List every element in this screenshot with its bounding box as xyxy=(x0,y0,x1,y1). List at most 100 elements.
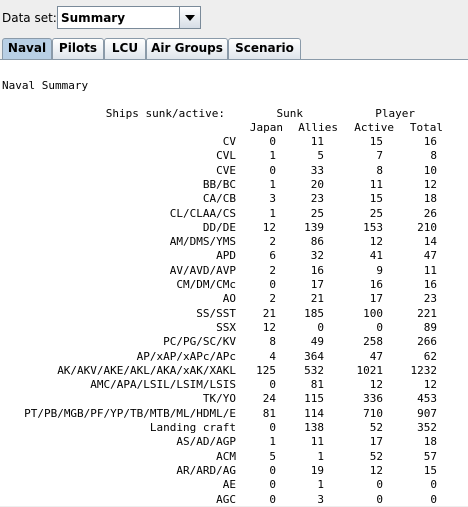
tab-air-groups[interactable]: Air Groups xyxy=(146,38,228,59)
table-row: SS/SST 21 185 100 221 xyxy=(0,307,468,321)
report-panel: Naval Summary Ships sunk/active: Sunk Pl… xyxy=(0,60,468,506)
col-header-total: Total xyxy=(409,121,443,134)
ship-type-cell: SSX xyxy=(216,320,236,334)
ship-type-cell: AV/AVD/AVP xyxy=(169,263,236,277)
ship-type-cell: APD xyxy=(216,249,236,263)
player-active-cell: 16 xyxy=(369,278,383,291)
player-active-cell: 41 xyxy=(369,249,383,263)
table-row: AP/xAP/xAPc/APc 4 364 47 62 xyxy=(0,350,468,364)
player-total-cell: 18 xyxy=(423,192,437,206)
table-row: AM/DMS/YMS 2 86 12 14 xyxy=(0,235,468,249)
allies-sunk-cell: 17 xyxy=(310,278,324,291)
player-active-cell: 710 xyxy=(363,406,383,420)
table-row: ACM 5 1 52 57 xyxy=(0,450,468,464)
player-total-cell: 23 xyxy=(423,292,437,306)
tab-naval[interactable]: Naval xyxy=(2,38,52,60)
player-active-cell: 12 xyxy=(369,378,383,392)
dataset-label: Data set: xyxy=(2,11,57,25)
player-active-cell: 336 xyxy=(363,392,383,406)
japan-sunk-cell: 2 xyxy=(269,235,276,249)
player-active-cell: 7 xyxy=(376,149,383,163)
player-active-cell: 258 xyxy=(363,335,383,349)
allies-sunk-cell: 0 xyxy=(317,320,324,334)
player-total-cell: 18 xyxy=(423,435,437,449)
player-total-cell: 12 xyxy=(423,177,437,191)
table-row: AV/AVD/AVP 2 16 9 11 xyxy=(0,264,468,278)
dataset-select[interactable]: Summary xyxy=(57,6,201,29)
allies-sunk-cell: 532 xyxy=(304,363,324,377)
player-total-cell: 0 xyxy=(430,478,437,492)
allies-sunk-cell: 11 xyxy=(310,435,324,449)
table-row: CM/DM/CMc 0 17 16 16 xyxy=(0,278,468,292)
ship-type-cell: AO xyxy=(222,292,236,306)
chevron-down-icon xyxy=(185,15,195,21)
japan-sunk-cell: 1 xyxy=(269,435,276,449)
table-row: AK/AKV/AKE/AKL/AKA/xAK/XAKL 125 532 1021 123… xyxy=(0,364,468,378)
ship-type-cell: CVE xyxy=(216,163,236,177)
allies-sunk-cell: 139 xyxy=(304,220,324,234)
allies-sunk-cell: 86 xyxy=(310,235,324,249)
japan-sunk-cell: 0 xyxy=(269,421,276,434)
dataset-selected-value: Summary xyxy=(61,11,126,25)
report-title: Naval Summary xyxy=(2,79,89,92)
ship-type-cell: AM/DMS/YMS xyxy=(169,235,236,249)
tab-scenario[interactable]: Scenario xyxy=(228,38,301,59)
table-row: Landing craft 0 138 52 352 xyxy=(0,421,468,435)
ship-type-cell: TK/YO xyxy=(202,392,236,406)
table-row: AGC 0 3 0 0 xyxy=(0,493,468,507)
japan-sunk-cell: 0 xyxy=(269,278,276,291)
allies-sunk-cell: 185 xyxy=(304,306,324,320)
ship-type-cell: CL/CLAA/CS xyxy=(169,206,236,220)
table-row: AE 0 1 0 0 xyxy=(0,478,468,492)
player-total-cell: 11 xyxy=(423,263,437,277)
japan-sunk-cell: 0 xyxy=(269,492,276,506)
tab-lcu[interactable]: LCU xyxy=(104,38,146,59)
player-total-cell: 16 xyxy=(423,135,437,148)
japan-sunk-cell: 4 xyxy=(269,349,276,363)
player-active-cell: 52 xyxy=(369,421,383,434)
player-total-cell: 10 xyxy=(423,163,437,177)
table-row: AS/AD/AGP 1 11 17 18 xyxy=(0,435,468,449)
japan-sunk-cell: 0 xyxy=(269,135,276,148)
japan-sunk-cell: 8 xyxy=(269,335,276,349)
tab-pilots[interactable]: Pilots xyxy=(52,38,104,59)
table-row: SSX 12 0 0 89 xyxy=(0,321,468,335)
player-active-cell: 15 xyxy=(369,192,383,206)
japan-sunk-cell: 21 xyxy=(262,306,276,320)
header-sunk: Sunk xyxy=(276,107,304,120)
table-row: TK/YO 24 115 336 453 xyxy=(0,392,468,406)
japan-sunk-cell: 5 xyxy=(269,449,276,463)
japan-sunk-cell: 6 xyxy=(269,249,276,263)
dataset-toolbar: Data set: Summary xyxy=(0,0,468,36)
player-total-cell: 16 xyxy=(423,278,437,291)
table-row: CA/CB 3 23 15 18 xyxy=(0,192,468,206)
player-total-cell: 1232 xyxy=(410,363,438,377)
ship-type-cell: AR/ARD/AG xyxy=(176,463,236,477)
player-active-cell: 17 xyxy=(369,292,383,306)
allies-sunk-cell: 33 xyxy=(310,163,324,177)
allies-sunk-cell: 21 xyxy=(310,292,324,306)
player-active-cell: 9 xyxy=(376,263,383,277)
table-row: AMC/APA/LSIL/LSIM/LSIS 0 81 12 12 xyxy=(0,378,468,392)
dataset-dropdown-button[interactable] xyxy=(179,7,200,28)
allies-sunk-cell: 3 xyxy=(317,492,324,506)
player-total-cell: 221 xyxy=(417,306,437,320)
table-row: CVL 1 5 7 8 xyxy=(0,149,468,163)
table-row: PT/PB/MGB/PF/YP/TB/MTB/ML/HDML/E 81 114 710… xyxy=(0,407,468,421)
player-total-cell: 210 xyxy=(417,220,437,234)
allies-sunk-cell: 11 xyxy=(310,135,324,148)
japan-sunk-cell: 1 xyxy=(269,149,276,163)
table-row: APD 6 32 41 47 xyxy=(0,249,468,263)
allies-sunk-cell: 114 xyxy=(304,406,324,420)
ship-type-cell: AE xyxy=(222,478,236,492)
player-total-cell: 14 xyxy=(423,235,437,249)
col-header-allies: Allies xyxy=(298,121,338,134)
player-total-cell: 57 xyxy=(423,449,437,463)
table-row: AR/ARD/AG 0 19 12 15 xyxy=(0,464,468,478)
table-row: CVE 0 33 8 10 xyxy=(0,164,468,178)
japan-sunk-cell: 0 xyxy=(269,378,276,392)
player-active-cell: 17 xyxy=(369,435,383,449)
player-active-cell: 1021 xyxy=(356,363,384,377)
allies-sunk-cell: 25 xyxy=(310,206,324,220)
allies-sunk-cell: 49 xyxy=(310,335,324,349)
